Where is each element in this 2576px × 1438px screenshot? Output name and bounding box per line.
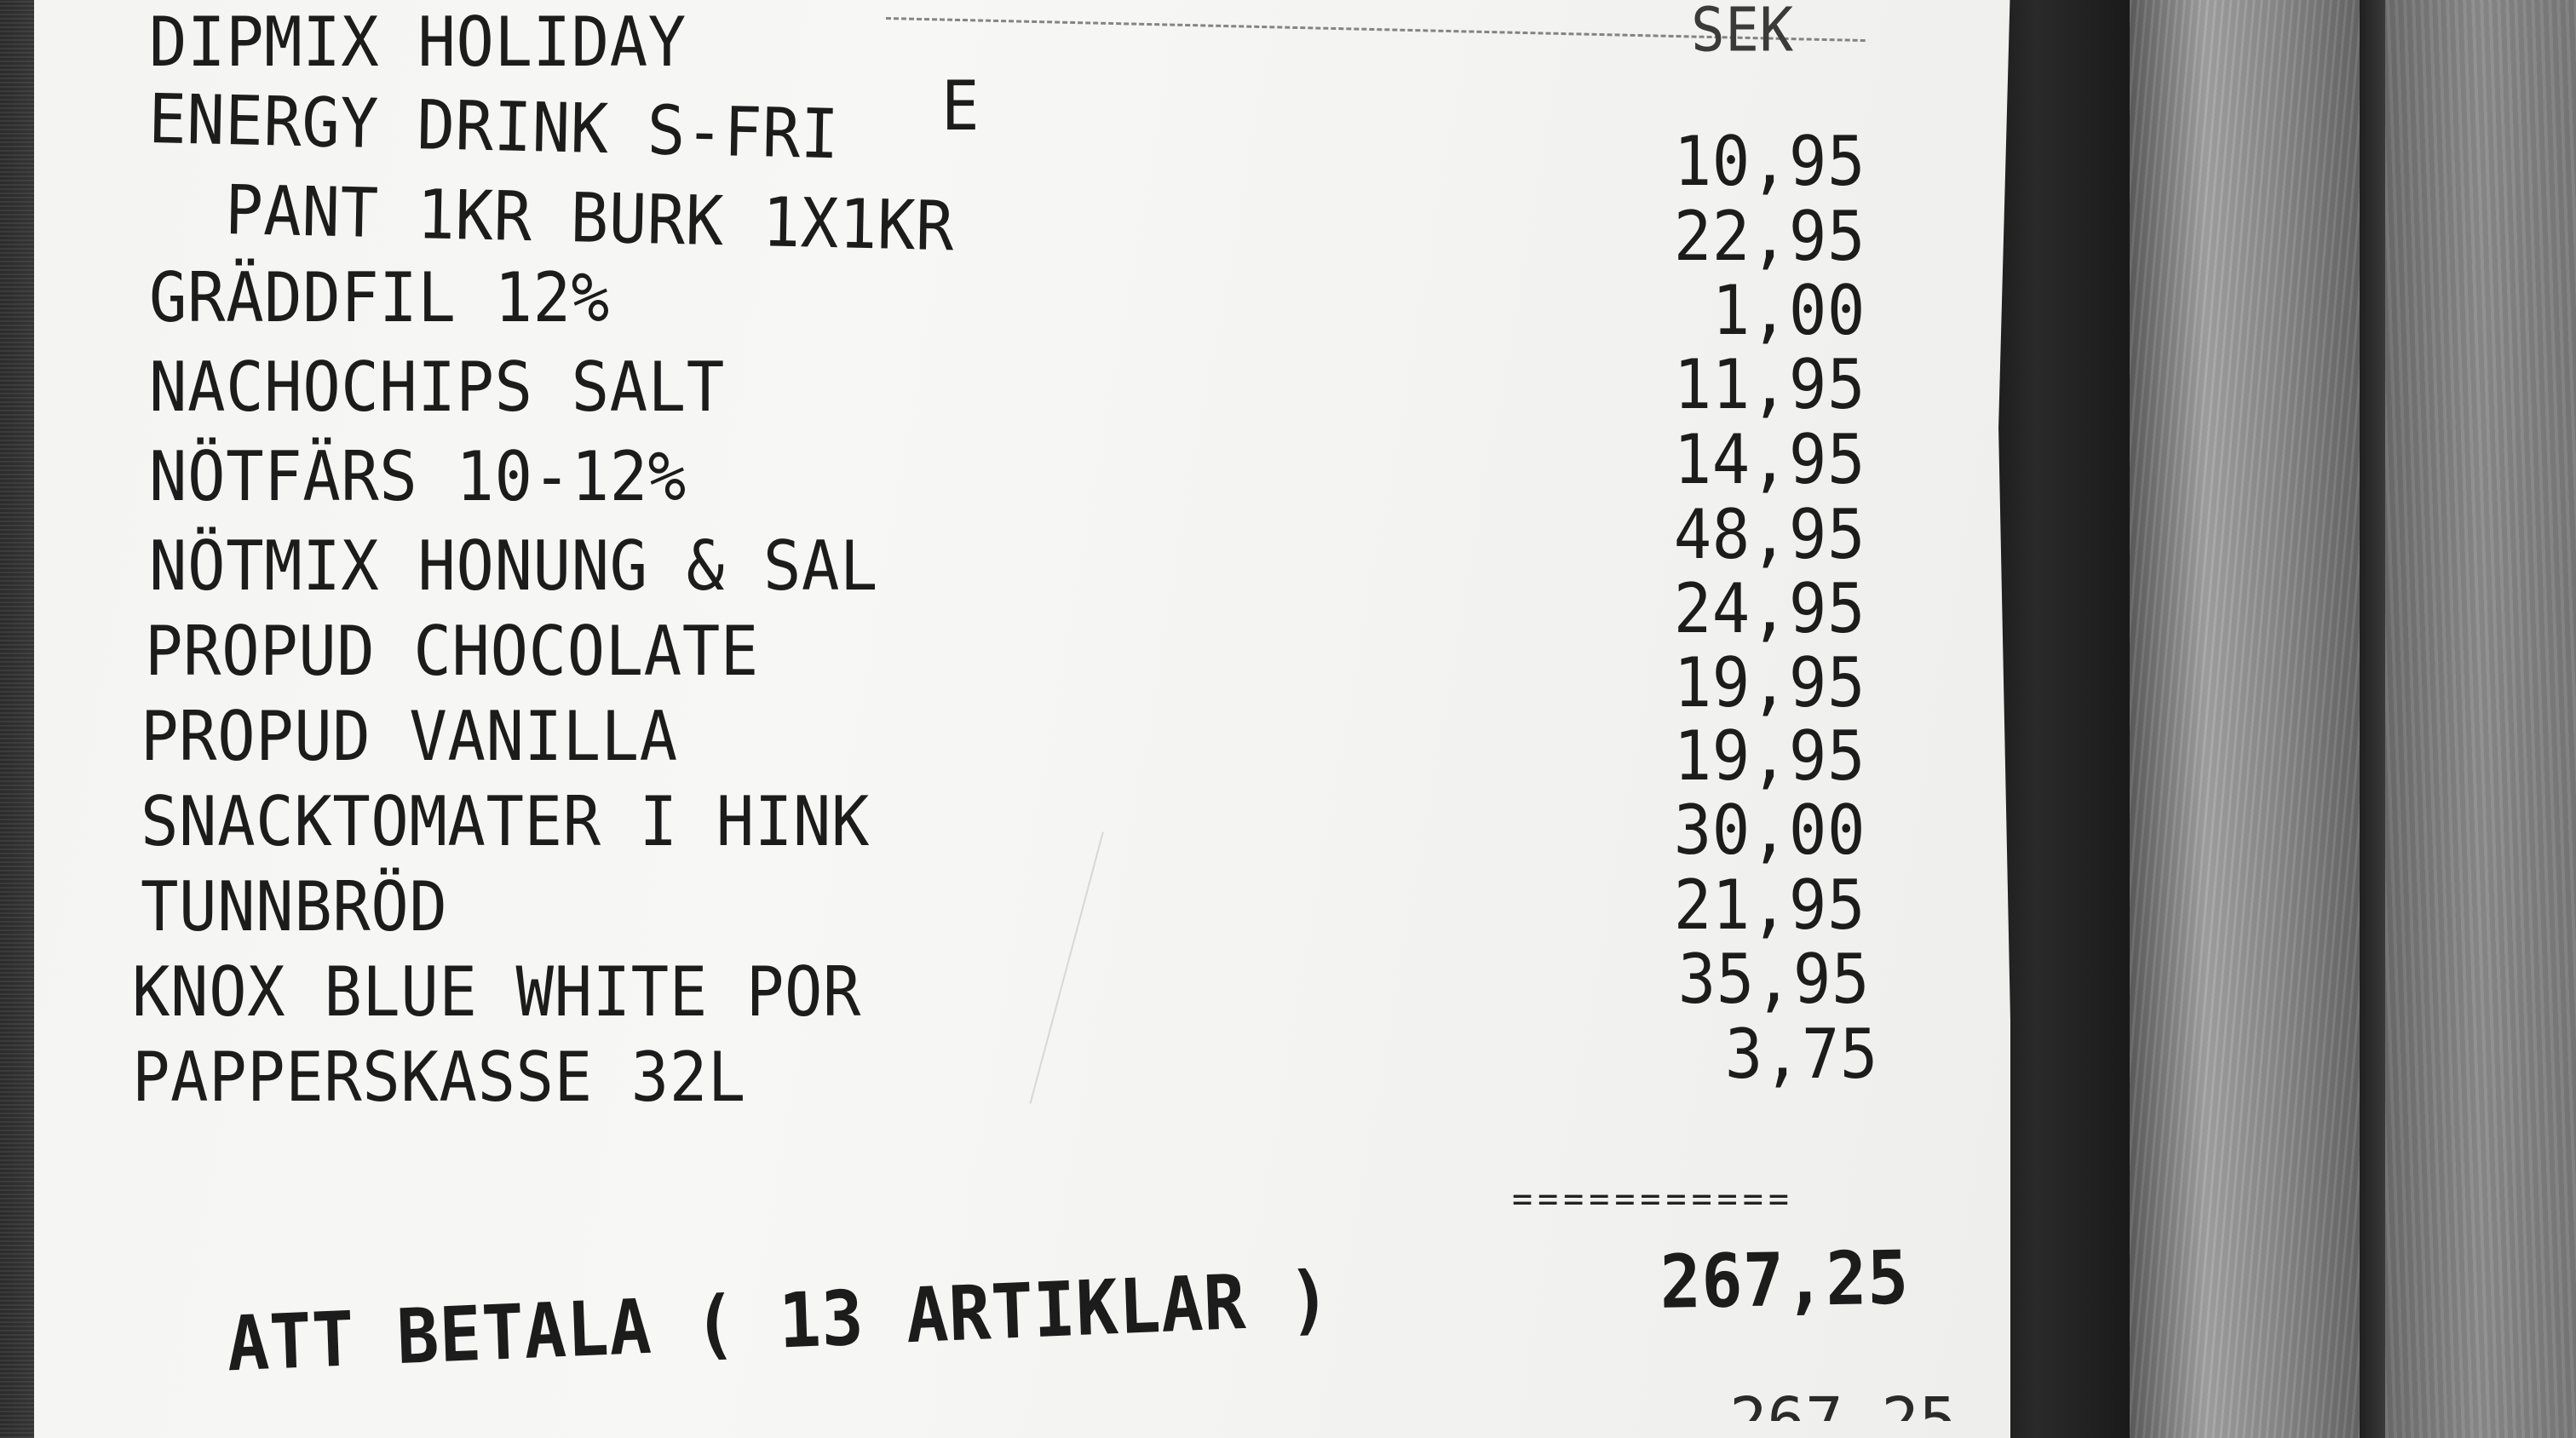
item-price: 22,95 [1673,197,1866,277]
item-name: PANT 1KR BURK 1X1KR [147,169,956,267]
item-name: ENERGY DRINK S-FRI [147,79,840,175]
item-name: PROPUD CHOCOLATE [145,612,759,692]
receipt-paper: SEK DIPMIX HOLIDAY E ENERGY DRINK S-FRI … [34,0,2010,1438]
metal-rail [2130,0,2385,1438]
pay-summary: ATT BETALA ( 13 ARTIKLAR ) [225,1255,1333,1389]
total-amount: 267,25 [1659,1234,1910,1326]
item-price: 21,95 [1673,866,1866,946]
total-double-rule: =========== [1512,1180,1794,1219]
item-price: 19,95 [1673,716,1866,797]
item-price: 1,00 [1711,271,1866,351]
photo-scene: SEK DIPMIX HOLIDAY E ENERGY DRINK S-FRI … [0,0,2576,1438]
item-price: 24,95 [1673,569,1866,649]
item-price: 11,95 [1673,345,1866,425]
item-name: TUNNBRÖD [141,867,448,947]
metal-panel [2385,0,2576,1438]
item-price: 30,00 [1673,791,1866,871]
item-price: 14,95 [1673,420,1866,500]
item-name: NÖTMIX HONUNG & SAL [149,526,878,607]
item-price: 19,95 [1673,643,1866,723]
item-flag: E [941,66,980,147]
item-price: 48,95 [1673,495,1866,575]
item-name: KNOX BLUE WHITE POR [132,952,861,1032]
item-name: SNACKTOMATER I HINK [141,782,870,862]
currency-header: SEK [1691,0,1794,66]
item-price: 10,95 [1673,122,1866,202]
item-name: GRÄDDFIL 12% [149,258,610,338]
cut-off-amount: 267,25 [1729,1384,1958,1438]
item-price: 35,95 [1677,940,1870,1020]
metal-gap [2360,0,2385,1438]
paper-crease [1029,831,1162,1119]
item-name: DIPMIX HOLIDAY [149,3,687,83]
item-name: PROPUD VANILLA [141,697,678,777]
item-name: NÖTFÄRS 10-12% [149,437,687,517]
item-name: PAPPERSKASSE 32L [132,1038,746,1118]
item-name: NACHOCHIPS SALT [149,348,725,428]
item-price: 3,75 [1724,1015,1878,1095]
